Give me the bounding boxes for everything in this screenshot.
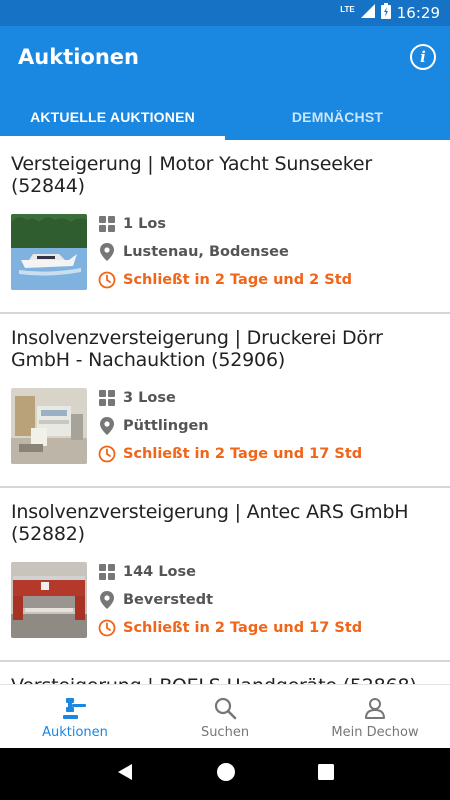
back-icon[interactable] (116, 763, 134, 786)
tab-upcoming[interactable]: DEMNÄCHST (225, 98, 450, 140)
clock-icon (98, 619, 116, 637)
auction-title: Insolvenzversteigerung | Antec ARS GmbH … (11, 501, 409, 545)
nav-label: Suchen (200, 725, 250, 740)
lte-indicator: LTE (340, 4, 355, 14)
nav-auctions[interactable]: Auktionen (0, 685, 150, 748)
auction-thumbnail-yacht (11, 214, 87, 290)
page-title: Auktionen (18, 45, 139, 69)
clock: 16:29 (396, 4, 440, 22)
nav-label: Auktionen (42, 725, 108, 740)
search-icon (213, 695, 237, 721)
auction-card[interactable]: Versteigerung | BOELS Handgeräte (52868) (0, 662, 450, 684)
signal-icon (360, 3, 375, 23)
auction-card[interactable]: Insolvenzversteigerung | Druckerei Dörr … (0, 314, 450, 488)
location-pin-icon (98, 591, 116, 609)
bottom-navigation: Auktionen Suchen Mein Dechow (0, 684, 450, 748)
gavel-icon (62, 695, 88, 721)
auction-thumbnail-shear (11, 562, 87, 638)
grid-icon (98, 563, 116, 581)
lot-count: 144 Lose (123, 564, 196, 580)
grid-icon (98, 389, 116, 407)
auction-card[interactable]: Versteigerung | Motor Yacht Sunseeker (5… (0, 140, 450, 314)
app-bar: Auktionen i AKTUELLE AUKTIONEN DEMNÄCHST (0, 26, 450, 140)
system-navigation-bar (0, 748, 450, 800)
recents-icon[interactable] (318, 763, 334, 785)
tab-bar: AKTUELLE AUKTIONEN DEMNÄCHST (0, 98, 450, 140)
auction-location: Beverstedt (123, 592, 214, 608)
auction-location: Lustenau, Bodensee (123, 244, 289, 260)
auction-deadline: Schließt in 2 Tage und 17 Std (123, 446, 363, 462)
user-icon (363, 695, 387, 721)
tab-current-auctions[interactable]: AKTUELLE AUKTIONEN (0, 98, 225, 140)
lot-count: 3 Lose (123, 390, 176, 406)
auction-location: Püttlingen (123, 418, 209, 434)
clock-icon (98, 445, 116, 463)
auction-thumbnail-machine (11, 388, 87, 464)
auction-title: Insolvenzversteigerung | Druckerei Dörr … (11, 327, 383, 371)
auction-card[interactable]: Insolvenzversteigerung | Antec ARS GmbH … (0, 488, 450, 662)
info-icon[interactable]: i (410, 44, 436, 70)
nav-search[interactable]: Suchen (150, 685, 300, 748)
battery-icon (380, 2, 391, 24)
auction-list[interactable]: Versteigerung | Motor Yacht Sunseeker (5… (0, 140, 450, 684)
grid-icon (98, 215, 116, 233)
auction-title: Versteigerung | BOELS Handgeräte (52868) (11, 675, 438, 684)
auction-title: Versteigerung | Motor Yacht Sunseeker (5… (11, 153, 372, 197)
home-icon[interactable] (216, 762, 236, 787)
clock-icon (98, 271, 116, 289)
auction-deadline: Schließt in 2 Tage und 17 Std (123, 620, 363, 636)
location-pin-icon (98, 243, 116, 261)
location-pin-icon (98, 417, 116, 435)
status-bar: LTE 16:29 (0, 0, 450, 26)
auction-deadline: Schließt in 2 Tage und 2 Std (123, 272, 353, 288)
nav-label: Mein Dechow (331, 725, 419, 740)
lot-count: 1 Los (123, 216, 166, 232)
nav-my-dechow[interactable]: Mein Dechow (300, 685, 450, 748)
